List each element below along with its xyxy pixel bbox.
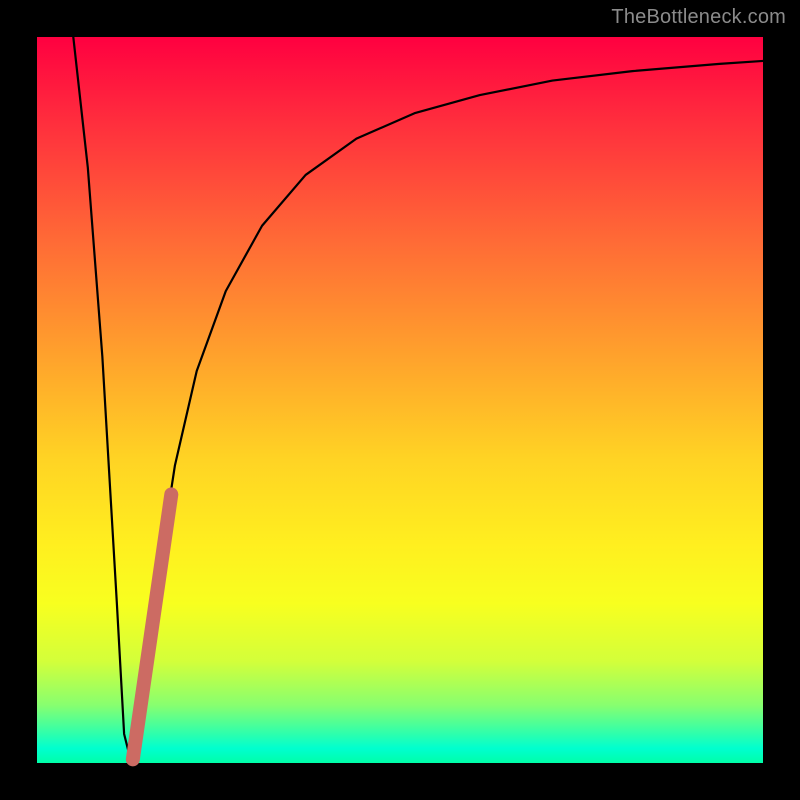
chart-svg bbox=[37, 37, 763, 763]
plot-area bbox=[37, 37, 763, 763]
highlight-segment bbox=[133, 494, 171, 759]
bottleneck-curve bbox=[73, 37, 763, 763]
chart-frame: TheBottleneck.com bbox=[0, 0, 800, 800]
watermark-text: TheBottleneck.com bbox=[611, 6, 786, 29]
